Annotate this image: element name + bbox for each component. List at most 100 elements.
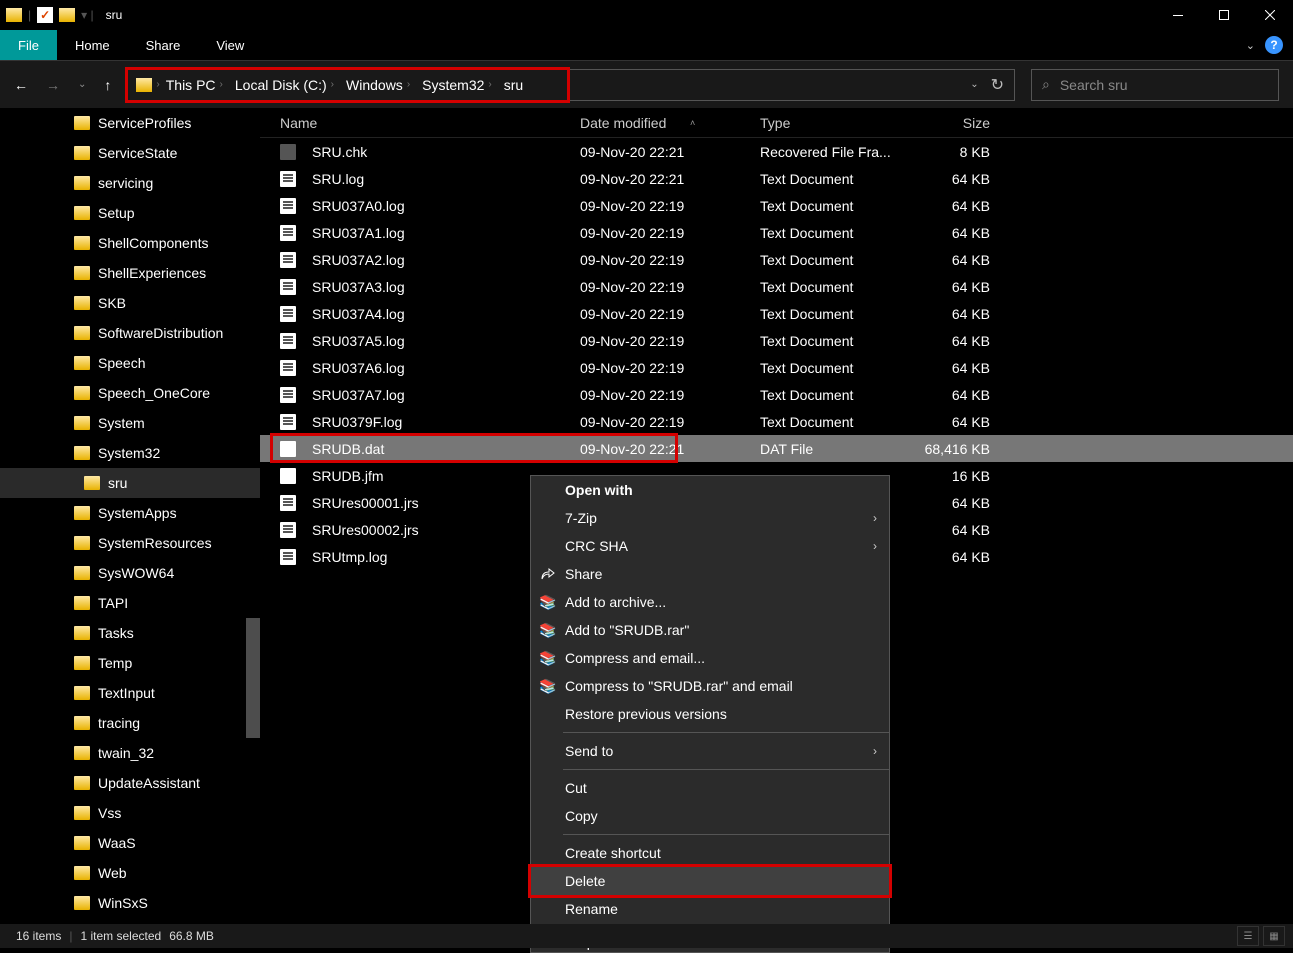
breadcrumb-c[interactable]: Local Disk (C:)› bbox=[229, 70, 340, 100]
properties-icon[interactable]: ✓ bbox=[37, 7, 53, 23]
file-size: 64 KB bbox=[910, 171, 1000, 187]
breadcrumb-system32[interactable]: System32› bbox=[416, 70, 498, 100]
file-size: 64 KB bbox=[910, 360, 1000, 376]
column-header-size[interactable]: Size bbox=[910, 115, 1000, 131]
file-row[interactable]: SRU.chk09-Nov-20 22:21Recovered File Fra… bbox=[260, 138, 1293, 165]
tree-item[interactable]: Speech bbox=[0, 348, 260, 378]
ctx-compress-email[interactable]: 📚Compress and email... bbox=[531, 644, 889, 672]
ribbon-tab-view[interactable]: View bbox=[198, 32, 262, 59]
tree-item[interactable]: Speech_OneCore bbox=[0, 378, 260, 408]
maximize-button[interactable] bbox=[1201, 0, 1247, 30]
tree-item[interactable]: WinSxS bbox=[0, 888, 260, 918]
address-bar[interactable]: › This PC› Local Disk (C:)› Windows› Sys… bbox=[127, 69, 1015, 101]
file-row[interactable]: SRU037A4.log09-Nov-20 22:19Text Document… bbox=[260, 300, 1293, 327]
tree-item[interactable]: TextInput bbox=[0, 678, 260, 708]
tree-item[interactable]: ShellExperiences bbox=[0, 258, 260, 288]
file-date: 09-Nov-20 22:19 bbox=[580, 198, 760, 214]
thumbnails-view-button[interactable]: ▦ bbox=[1263, 926, 1285, 946]
tree-item[interactable]: SystemResources bbox=[0, 528, 260, 558]
ctx-compress-rar-email[interactable]: 📚Compress to "SRUDB.rar" and email bbox=[531, 672, 889, 700]
chevron-down-icon[interactable]: ⌄ bbox=[1246, 39, 1255, 52]
details-view-button[interactable]: ☰ bbox=[1237, 926, 1259, 946]
tree-item[interactable]: ServiceState bbox=[0, 138, 260, 168]
tree-item[interactable]: TAPI bbox=[0, 588, 260, 618]
tree-item[interactable]: ShellComponents bbox=[0, 228, 260, 258]
file-row[interactable]: SRU037A6.log09-Nov-20 22:19Text Document… bbox=[260, 354, 1293, 381]
back-button[interactable]: ← bbox=[14, 77, 28, 93]
navigation-tree[interactable]: ServiceProfilesServiceStateservicingSetu… bbox=[0, 108, 260, 918]
tree-item[interactable]: tracing bbox=[0, 708, 260, 738]
file-icon bbox=[280, 252, 296, 268]
file-row[interactable]: SRU037A7.log09-Nov-20 22:19Text Document… bbox=[260, 381, 1293, 408]
tree-item[interactable]: ServiceProfiles bbox=[0, 108, 260, 138]
column-header-date[interactable]: Date modified bbox=[580, 115, 760, 131]
close-button[interactable] bbox=[1247, 0, 1293, 30]
ctx-add-archive[interactable]: 📚Add to archive... bbox=[531, 588, 889, 616]
up-button[interactable]: ↑ bbox=[104, 77, 111, 93]
chevron-right-icon[interactable]: › bbox=[156, 79, 159, 90]
tree-item[interactable]: servicing bbox=[0, 168, 260, 198]
tree-item[interactable]: Setup bbox=[0, 198, 260, 228]
folder-icon bbox=[136, 78, 152, 92]
ctx-copy[interactable]: Copy bbox=[531, 802, 889, 830]
ctx-open-with[interactable]: Open with bbox=[531, 476, 889, 504]
tree-item[interactable]: SystemApps bbox=[0, 498, 260, 528]
file-row[interactable]: SRU037A2.log09-Nov-20 22:19Text Document… bbox=[260, 246, 1293, 273]
ctx-restore[interactable]: Restore previous versions bbox=[531, 700, 889, 728]
breadcrumb-windows[interactable]: Windows› bbox=[340, 70, 416, 100]
file-row[interactable]: SRU037A0.log09-Nov-20 22:19Text Document… bbox=[260, 192, 1293, 219]
folder-icon bbox=[74, 116, 90, 130]
file-row[interactable]: SRU037A3.log09-Nov-20 22:19Text Document… bbox=[260, 273, 1293, 300]
column-header-type[interactable]: Type bbox=[760, 115, 910, 131]
recent-locations-dropdown[interactable]: ⌄ bbox=[78, 79, 86, 90]
tree-item[interactable]: SoftwareDistribution bbox=[0, 318, 260, 348]
minimize-button[interactable] bbox=[1155, 0, 1201, 30]
file-date: 09-Nov-20 22:21 bbox=[580, 171, 760, 187]
ribbon-tab-share[interactable]: Share bbox=[128, 32, 199, 59]
tree-item[interactable]: Vss bbox=[0, 798, 260, 828]
share-icon bbox=[539, 565, 557, 583]
ctx-cut[interactable]: Cut bbox=[531, 774, 889, 802]
tree-item[interactable]: sru bbox=[0, 468, 260, 498]
scrollbar[interactable] bbox=[246, 608, 260, 918]
tree-item[interactable]: WaaS bbox=[0, 828, 260, 858]
scrollbar-thumb[interactable] bbox=[246, 618, 260, 738]
ctx-7zip[interactable]: 7-Zip› bbox=[531, 504, 889, 532]
tree-item[interactable]: Tasks bbox=[0, 618, 260, 648]
column-header-name[interactable]: Name ˄ bbox=[260, 115, 580, 131]
tree-item[interactable]: System bbox=[0, 408, 260, 438]
breadcrumb-sru[interactable]: sru bbox=[498, 70, 529, 100]
file-row[interactable]: SRU0379F.log09-Nov-20 22:19Text Document… bbox=[260, 408, 1293, 435]
folder-icon bbox=[74, 746, 90, 760]
ctx-rename[interactable]: Rename bbox=[531, 895, 889, 923]
tree-item[interactable]: UpdateAssistant bbox=[0, 768, 260, 798]
tree-item[interactable]: Web bbox=[0, 858, 260, 888]
ctx-shortcut[interactable]: Create shortcut bbox=[531, 839, 889, 867]
tree-item[interactable]: twain_32 bbox=[0, 738, 260, 768]
tree-item-label: Speech_OneCore bbox=[98, 385, 210, 401]
ctx-crc-sha[interactable]: CRC SHA› bbox=[531, 532, 889, 560]
ctx-send-to[interactable]: Send to› bbox=[531, 737, 889, 765]
file-row[interactable]: SRU037A1.log09-Nov-20 22:19Text Document… bbox=[260, 219, 1293, 246]
forward-button[interactable]: → bbox=[46, 77, 60, 93]
ribbon-tab-home[interactable]: Home bbox=[57, 32, 128, 59]
file-row[interactable]: SRU037A5.log09-Nov-20 22:19Text Document… bbox=[260, 327, 1293, 354]
tree-item[interactable]: SysWOW64 bbox=[0, 558, 260, 588]
ctx-delete[interactable]: Delete bbox=[531, 867, 889, 895]
search-input[interactable]: ⌕ Search sru bbox=[1031, 69, 1279, 101]
tree-item-label: Speech bbox=[98, 355, 145, 371]
ribbon-tab-file[interactable]: File bbox=[0, 30, 57, 60]
folder-icon bbox=[74, 836, 90, 850]
file-row[interactable]: SRU.log09-Nov-20 22:21Text Document64 KB bbox=[260, 165, 1293, 192]
breadcrumb-this-pc[interactable]: This PC› bbox=[160, 70, 229, 100]
ctx-add-rar[interactable]: 📚Add to "SRUDB.rar" bbox=[531, 616, 889, 644]
help-icon[interactable]: ? bbox=[1265, 36, 1283, 54]
tree-item[interactable]: System32 bbox=[0, 438, 260, 468]
refresh-icon[interactable]: ↻ bbox=[991, 75, 1004, 95]
tree-item[interactable]: SKB bbox=[0, 288, 260, 318]
address-dropdown-icon[interactable]: ⌄ bbox=[970, 79, 978, 90]
ctx-share[interactable]: Share bbox=[531, 560, 889, 588]
file-name: SRUres00002.jrs bbox=[312, 522, 419, 538]
tree-item[interactable]: Temp bbox=[0, 648, 260, 678]
file-row[interactable]: SRUDB.dat09-Nov-20 22:21DAT File68,416 K… bbox=[260, 435, 1293, 462]
